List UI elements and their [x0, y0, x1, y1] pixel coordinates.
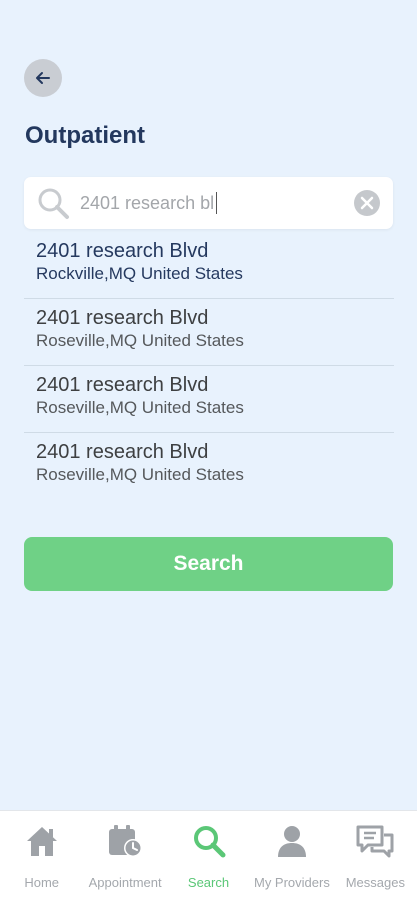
arrow-left-icon	[36, 72, 50, 84]
tab-appointment[interactable]: Appointment	[83, 811, 166, 901]
search-button[interactable]: Search	[24, 537, 393, 591]
clear-icon[interactable]	[353, 189, 381, 217]
tab-messages[interactable]: Messages	[334, 811, 417, 901]
result-city: Roseville,MQ United States	[36, 465, 244, 484]
tab-label: Home	[24, 875, 60, 890]
result-city: Roseville,MQ United States	[36, 398, 244, 417]
result-street: 2401 research Blvd	[36, 374, 209, 396]
tab-my-providers[interactable]: My Providers	[250, 811, 333, 901]
result-city: Roseville,MQ United States	[36, 331, 244, 350]
bottom-tab-bar: Home Appointment Search My Providers Mes…	[0, 810, 417, 901]
result-street: 2401 research Blvd	[36, 240, 209, 262]
search-icon	[38, 188, 69, 219]
search-input[interactable]: 2401 research bl	[80, 192, 218, 214]
tab-search[interactable]: Search	[167, 811, 250, 901]
page-title: Outpatient	[25, 122, 145, 149]
search-icon	[193, 826, 226, 858]
tab-label: My Providers	[253, 875, 330, 890]
tab-home[interactable]: Home	[0, 811, 83, 901]
list-item[interactable]: 2401 research Blvd Roseville,MQ United S…	[24, 433, 394, 500]
home-icon	[26, 827, 57, 856]
chat-bubbles-icon	[356, 825, 394, 858]
results-list: 2401 research Blvd Rockville,MQ United S…	[24, 232, 394, 500]
tab-label: Search	[187, 875, 230, 890]
result-city: Rockville,MQ United States	[36, 264, 243, 283]
search-field[interactable]: 2401 research bl	[24, 177, 393, 229]
list-item[interactable]: 2401 research Blvd Roseville,MQ United S…	[24, 366, 394, 433]
result-street: 2401 research Blvd	[36, 307, 209, 329]
tab-label: Messages	[345, 875, 405, 890]
tab-label: Appointment	[88, 875, 162, 890]
person-icon	[277, 826, 306, 857]
calendar-clock-icon	[109, 825, 143, 857]
list-item[interactable]: 2401 research Blvd Roseville,MQ United S…	[24, 299, 394, 366]
result-street: 2401 research Blvd	[36, 441, 209, 463]
back-button[interactable]	[24, 59, 62, 97]
list-item[interactable]: 2401 research Blvd Rockville,MQ United S…	[24, 232, 394, 299]
